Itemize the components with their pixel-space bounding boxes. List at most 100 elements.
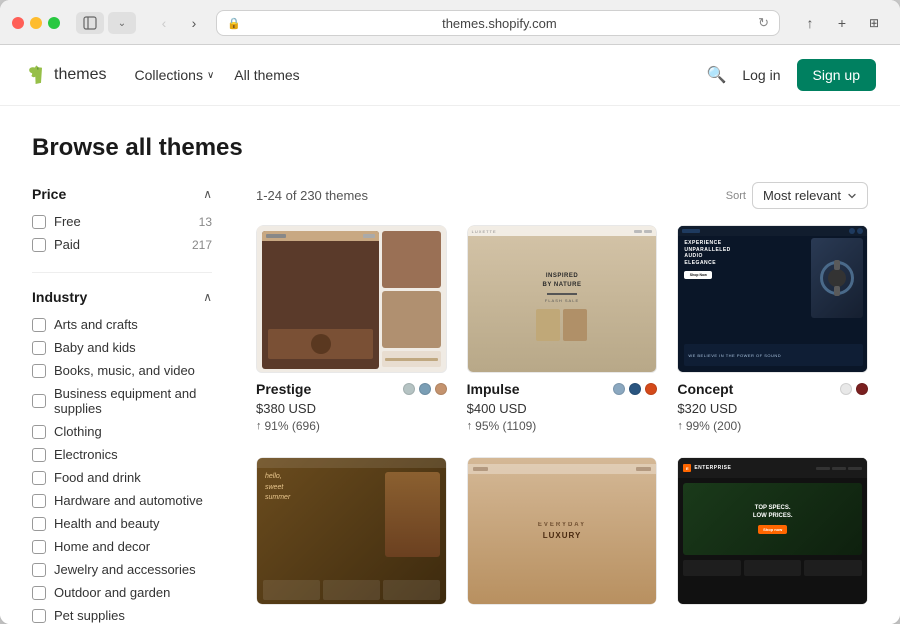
nav-right: 🔍 Log in Sign up bbox=[706, 59, 876, 91]
row2-1-thumbnail: hello,sweetsummer bbox=[256, 457, 447, 605]
prestige-name: Prestige bbox=[256, 381, 311, 397]
add-tab-button[interactable]: + bbox=[828, 12, 856, 34]
nav-buttons: ‹ › bbox=[150, 12, 208, 34]
all-themes-link[interactable]: All themes bbox=[234, 67, 299, 83]
industry-baby: Baby and kids bbox=[32, 336, 212, 359]
prestige-price: $380 USD bbox=[256, 401, 447, 416]
prestige-colors bbox=[403, 383, 447, 395]
food-checkbox[interactable] bbox=[32, 471, 46, 485]
page-title: Browse all themes bbox=[32, 134, 868, 162]
concept-info: Concept $320 USD ↑ 99% (200) bbox=[677, 373, 868, 437]
health-checkbox[interactable] bbox=[32, 517, 46, 531]
logo-text: themes bbox=[54, 66, 106, 84]
prestige-rating: ↑ 91% (696) bbox=[256, 419, 447, 433]
theme-card-concept[interactable]: EXPERIENCEUNPARALLELEDAUDIOELEGANCE Shop… bbox=[677, 225, 868, 437]
impulse-thumbnail: LUXETTE INSPIREDBY NATURE bbox=[467, 225, 658, 373]
prestige-thumbnail bbox=[256, 225, 447, 373]
color-dot-4 bbox=[613, 383, 625, 395]
impulse-colors bbox=[613, 383, 657, 395]
rating-arrow-icon-3: ↑ bbox=[677, 420, 683, 432]
chevron-down-btn[interactable]: ⌄ bbox=[108, 12, 136, 34]
forward-button[interactable]: › bbox=[180, 12, 208, 34]
color-dot-1 bbox=[403, 383, 415, 395]
sidebar-toggle-btn[interactable] bbox=[76, 12, 104, 34]
industry-books: Books, music, and video bbox=[32, 359, 212, 382]
pet-checkbox[interactable] bbox=[32, 609, 46, 623]
app-content: themes Collections ∨ All themes 🔍 Log in… bbox=[0, 45, 900, 624]
collections-link[interactable]: Collections ∨ bbox=[134, 67, 214, 83]
industry-clothing: Clothing bbox=[32, 420, 212, 443]
clothing-checkbox[interactable] bbox=[32, 425, 46, 439]
hardware-checkbox[interactable] bbox=[32, 494, 46, 508]
sort-container: Sort Most relevant bbox=[726, 182, 868, 209]
search-icon[interactable]: 🔍 bbox=[706, 65, 726, 85]
content-area: 1-24 of 230 themes Sort Most relevant bbox=[232, 178, 868, 624]
reload-icon[interactable]: ↻ bbox=[758, 15, 769, 31]
theme-card-impulse[interactable]: LUXETTE INSPIREDBY NATURE bbox=[467, 225, 658, 437]
theme-card-prestige[interactable]: Prestige $380 USD ↑ bbox=[256, 225, 447, 437]
title-bar: ⌄ ‹ › 🔒 themes.shopify.com ↻ ↑ + ⊞ bbox=[0, 0, 900, 44]
home-checkbox[interactable] bbox=[32, 540, 46, 554]
industry-health: Health and beauty bbox=[32, 512, 212, 535]
paid-checkbox[interactable] bbox=[32, 238, 46, 252]
color-dot-7 bbox=[840, 383, 852, 395]
signup-button[interactable]: Sign up bbox=[797, 59, 876, 91]
price-filter-free: Free 13 bbox=[32, 210, 212, 233]
free-label[interactable]: Free bbox=[32, 214, 81, 229]
baby-checkbox[interactable] bbox=[32, 341, 46, 355]
arts-checkbox[interactable] bbox=[32, 318, 46, 332]
rating-arrow-icon: ↑ bbox=[256, 420, 262, 432]
price-filter-header[interactable]: Price ∧ bbox=[32, 178, 212, 210]
login-link[interactable]: Log in bbox=[742, 67, 780, 83]
sort-select[interactable]: Most relevant bbox=[752, 182, 868, 209]
close-button[interactable] bbox=[12, 17, 24, 29]
prestige-info: Prestige $380 USD ↑ bbox=[256, 373, 447, 437]
industry-business: Business equipment and supplies bbox=[32, 382, 212, 420]
rating-arrow-icon-2: ↑ bbox=[467, 420, 473, 432]
sort-label: Sort bbox=[726, 190, 746, 202]
concept-rating: ↑ 99% (200) bbox=[677, 419, 868, 433]
concept-colors bbox=[840, 383, 868, 395]
content-toolbar: 1-24 of 230 themes Sort Most relevant bbox=[256, 178, 868, 209]
color-dot-5 bbox=[629, 383, 641, 395]
row2-2-thumbnail: EVERYDAY LUXURY bbox=[467, 457, 658, 605]
share-button[interactable]: ↑ bbox=[796, 12, 824, 34]
industry-arts: Arts and crafts bbox=[32, 313, 212, 336]
impulse-price: $400 USD bbox=[467, 401, 658, 416]
price-filter-section: Price ∧ Free 13 bbox=[32, 178, 212, 256]
nav-logo[interactable]: themes bbox=[24, 63, 106, 87]
nav-links: Collections ∨ All themes bbox=[134, 67, 706, 83]
filter-divider bbox=[32, 272, 212, 273]
paid-label[interactable]: Paid bbox=[32, 237, 80, 252]
business-checkbox[interactable] bbox=[32, 394, 46, 408]
browser-chrome: ⌄ ‹ › 🔒 themes.shopify.com ↻ ↑ + ⊞ bbox=[0, 0, 900, 45]
url-bar[interactable]: 🔒 themes.shopify.com ↻ bbox=[216, 10, 780, 36]
free-count: 13 bbox=[199, 215, 212, 229]
maximize-button[interactable] bbox=[48, 17, 60, 29]
shopify-logo-icon bbox=[24, 63, 48, 87]
page-body: Price ∧ Free 13 bbox=[0, 178, 900, 624]
industry-chevron-icon: ∧ bbox=[203, 290, 212, 304]
color-dot-2 bbox=[419, 383, 431, 395]
industry-filter-title: Industry bbox=[32, 289, 87, 305]
concept-thumbnail: EXPERIENCEUNPARALLELEDAUDIOELEGANCE Shop… bbox=[677, 225, 868, 373]
back-button[interactable]: ‹ bbox=[150, 12, 178, 34]
concept-name: Concept bbox=[677, 381, 733, 397]
theme-card-row2-3[interactable]: E ENTERPRISE bbox=[677, 457, 868, 605]
minimize-button[interactable] bbox=[30, 17, 42, 29]
color-dot-6 bbox=[645, 383, 657, 395]
theme-card-row2-2[interactable]: EVERYDAY LUXURY bbox=[467, 457, 658, 605]
paid-count: 217 bbox=[192, 238, 212, 252]
books-checkbox[interactable] bbox=[32, 364, 46, 378]
chevron-down-icon: ∨ bbox=[207, 70, 214, 81]
price-filter-paid: Paid 217 bbox=[32, 233, 212, 256]
free-checkbox[interactable] bbox=[32, 215, 46, 229]
theme-card-row2-1[interactable]: hello,sweetsummer bbox=[256, 457, 447, 605]
jewelry-checkbox[interactable] bbox=[32, 563, 46, 577]
electronics-checkbox[interactable] bbox=[32, 448, 46, 462]
tabs-button[interactable]: ⊞ bbox=[860, 12, 888, 34]
browser-actions: ↑ + ⊞ bbox=[796, 12, 888, 34]
industry-filter-header[interactable]: Industry ∧ bbox=[32, 281, 212, 313]
outdoor-checkbox[interactable] bbox=[32, 586, 46, 600]
industry-jewelry: Jewelry and accessories bbox=[32, 558, 212, 581]
